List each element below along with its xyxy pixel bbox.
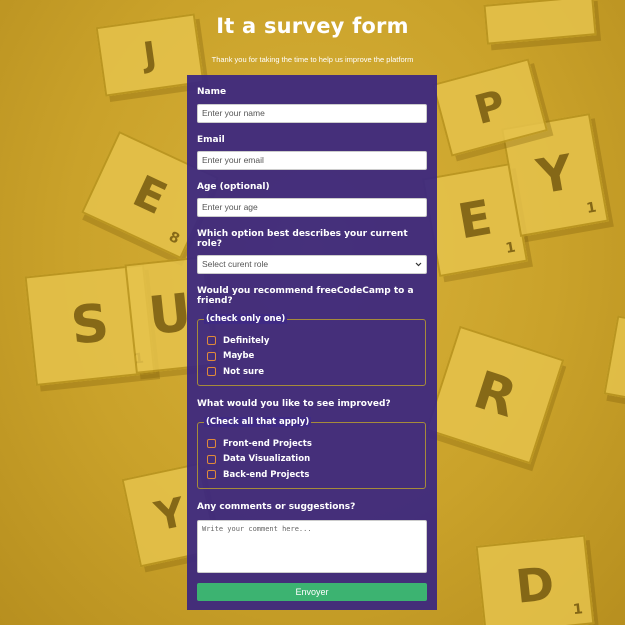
option-label: Not sure bbox=[223, 366, 265, 377]
checkbox[interactable] bbox=[207, 336, 216, 346]
checkbox[interactable] bbox=[207, 470, 216, 480]
checkbox[interactable] bbox=[207, 351, 216, 361]
bg-tile bbox=[603, 315, 625, 405]
option-back-end-projects[interactable]: Back-end Projects bbox=[207, 467, 425, 483]
option-data-visualization[interactable]: Data Visualization bbox=[207, 452, 425, 468]
email-label: Email bbox=[197, 135, 225, 145]
option-not-sure[interactable]: Not sure bbox=[207, 364, 425, 380]
tile-letter: E bbox=[125, 165, 175, 225]
checkbox[interactable] bbox=[207, 439, 216, 449]
recommend-question: Would you recommend freeCodeCamp to a fr… bbox=[197, 286, 414, 306]
tile-letter: D bbox=[513, 556, 557, 614]
tile-letter: E bbox=[453, 189, 497, 251]
option-maybe[interactable]: Maybe bbox=[207, 349, 425, 365]
age-label: Age (optional) bbox=[197, 182, 270, 192]
option-label: Maybe bbox=[223, 351, 255, 362]
improve-legend: (Check all that apply) bbox=[204, 417, 312, 427]
tile-letter: Y bbox=[151, 489, 189, 541]
recommend-fieldset: (check only one) Definitely Maybe Not su… bbox=[197, 314, 426, 386]
comments-textarea[interactable]: Write your comment here... bbox=[197, 520, 427, 573]
improve-question: What would you like to see improved? bbox=[197, 399, 391, 409]
role-selected-value: Select curent role bbox=[202, 259, 269, 269]
tile-number: 1 bbox=[572, 601, 584, 619]
option-front-end-projects[interactable]: Front-end Projects bbox=[207, 436, 425, 452]
tile-number: 1 bbox=[504, 239, 517, 257]
bg-tile: R bbox=[425, 325, 565, 465]
comments-label: Any comments or suggestions? bbox=[197, 502, 356, 512]
page-title: It a survey form bbox=[216, 14, 409, 38]
recommend-legend: (check only one) bbox=[204, 314, 288, 324]
option-label: Back-end Projects bbox=[223, 469, 310, 480]
option-definitely[interactable]: Definitely bbox=[207, 333, 425, 349]
header: It a survey form Thank you for taking th… bbox=[0, 0, 625, 64]
tile-number: 8 bbox=[166, 228, 182, 248]
option-label: Front-end Projects bbox=[223, 438, 312, 449]
role-label: Which option best describes your current… bbox=[197, 229, 408, 249]
tile-letter: Y bbox=[533, 144, 577, 206]
name-label: Name bbox=[197, 87, 227, 97]
age-input[interactable]: Enter your age bbox=[197, 198, 427, 217]
tile-letter: P bbox=[469, 81, 511, 134]
checkbox[interactable] bbox=[207, 367, 216, 377]
page-description: Thank you for taking the time to help us… bbox=[211, 55, 414, 64]
submit-button[interactable]: Envoyer bbox=[197, 583, 427, 601]
tile-letter: R bbox=[466, 360, 524, 430]
email-input[interactable]: Enter your email bbox=[197, 151, 427, 170]
option-label: Data Visualization bbox=[223, 454, 311, 465]
survey-form: Name Enter your name Email Enter your em… bbox=[187, 75, 437, 610]
role-dropdown[interactable]: Select curent role bbox=[197, 255, 427, 274]
tile-number: 1 bbox=[585, 199, 598, 217]
improve-fieldset: (Check all that apply) Front-end Project… bbox=[197, 417, 426, 489]
option-label: Definitely bbox=[223, 335, 270, 346]
bg-tile: D1 bbox=[475, 534, 595, 625]
checkbox[interactable] bbox=[207, 454, 216, 464]
name-input[interactable]: Enter your name bbox=[197, 104, 427, 123]
chevron-down-icon bbox=[415, 262, 422, 267]
tile-letter: S bbox=[68, 293, 112, 357]
